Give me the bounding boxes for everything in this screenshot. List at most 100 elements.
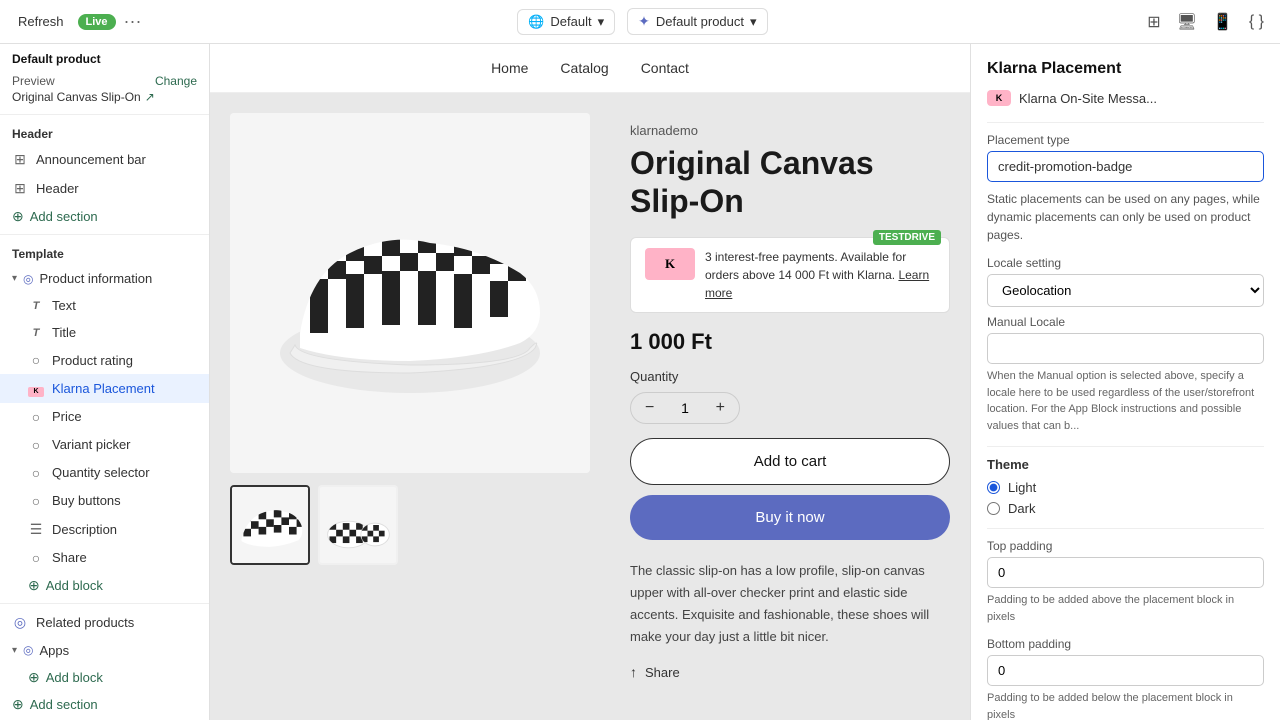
circle-icon-related: ◎ bbox=[12, 614, 28, 631]
change-preview-button[interactable]: Change bbox=[155, 74, 197, 88]
text-icon: T bbox=[28, 300, 44, 312]
top-padding-input[interactable] bbox=[987, 557, 1264, 588]
sidebar-item-variant-picker[interactable]: ○ Variant picker bbox=[0, 431, 209, 459]
product-info-group: ▾ ◎ Product information T Text T Title ○… bbox=[0, 265, 209, 599]
sidebar-item-description[interactable]: ☰ Description bbox=[0, 515, 209, 544]
refresh-button[interactable]: Refresh bbox=[12, 10, 70, 33]
mobile-icon[interactable]: 📱 bbox=[1209, 8, 1237, 36]
sidebar-item-buy-buttons[interactable]: ○ Buy buttons bbox=[0, 487, 209, 515]
apps-toggle-icon: ▾ bbox=[12, 645, 17, 656]
theme-light-radio[interactable] bbox=[987, 481, 1000, 494]
circle-icon-price: ○ bbox=[28, 409, 44, 425]
thumb-2[interactable] bbox=[318, 485, 398, 565]
store-selector[interactable]: 🌐 Default ▾ bbox=[517, 9, 615, 35]
add-section-button-top[interactable]: ⊕ Add section bbox=[0, 203, 209, 230]
top-padding-label: Top padding bbox=[987, 539, 1264, 553]
manual-locale-input[interactable] bbox=[987, 333, 1264, 364]
bottom-padding-input[interactable] bbox=[987, 655, 1264, 686]
sidebar-item-price[interactable]: ○ Price bbox=[0, 403, 209, 431]
product-description: The classic slip-on has a low profile, s… bbox=[630, 560, 950, 648]
add-block-button[interactable]: ⊕ Add block bbox=[0, 572, 209, 599]
add-block-apps-button[interactable]: ⊕ Add block bbox=[0, 664, 209, 691]
sidebar-item-klarna-placement[interactable]: K Klarna Placement bbox=[0, 374, 209, 403]
placement-type-hint: Static placements can be used on any pag… bbox=[987, 190, 1264, 244]
sidebar-item-title[interactable]: T Title bbox=[0, 319, 209, 346]
product-selector[interactable]: ✦ Default product ▾ bbox=[627, 8, 767, 35]
sidebar-item-share[interactable]: ○ Share bbox=[0, 544, 209, 572]
product-info-children: T Text T Title ○ Product rating K Klarna… bbox=[0, 292, 209, 572]
store-chevron-icon: ▾ bbox=[598, 14, 605, 30]
grid-icon-2: ⊞ bbox=[12, 180, 28, 197]
product-images bbox=[230, 113, 590, 700]
quantity-selector-label: Quantity selector bbox=[52, 465, 197, 480]
grid-small-icon[interactable]: ⊞ bbox=[1143, 8, 1164, 36]
nav-contact-link[interactable]: Contact bbox=[641, 60, 689, 76]
klarna-placement-label: Klarna Placement bbox=[52, 381, 197, 396]
preview-product-name: Original Canvas Slip-On bbox=[12, 90, 141, 104]
right-panel: Klarna Placement K Klarna On-Site Messa.… bbox=[970, 44, 1280, 720]
toggle-icon: ▾ bbox=[12, 273, 17, 284]
panel-divider-3 bbox=[987, 528, 1264, 529]
desktop-icon[interactable]: 🖥 bbox=[1173, 8, 1201, 36]
product-info-header[interactable]: ▾ ◎ Product information bbox=[0, 265, 209, 292]
apps-group: ▾ ◎ Apps ⊕ Add block bbox=[0, 637, 209, 691]
panel-divider-1 bbox=[987, 122, 1264, 123]
klarna-banner-text: 3 interest-free payments. Available for … bbox=[705, 248, 935, 302]
live-badge: Live bbox=[78, 14, 116, 30]
locale-setting-label: Locale setting bbox=[987, 256, 1264, 270]
default-product-label: Default product bbox=[0, 44, 209, 68]
sidebar-item-announcement-bar[interactable]: ⊞ Announcement bar bbox=[0, 145, 209, 174]
list-icon-desc: ☰ bbox=[28, 521, 44, 538]
announcement-bar-label: Announcement bar bbox=[36, 152, 197, 167]
theme-label: Theme bbox=[987, 457, 1264, 472]
apps-circle-icon: ◎ bbox=[23, 643, 33, 657]
more-options-button[interactable]: ··· bbox=[124, 11, 142, 32]
add-section-mid-label: Add section bbox=[30, 697, 98, 712]
brand-name: Klarna On-Site Messa... bbox=[1019, 91, 1157, 106]
nav-catalog-link[interactable]: Catalog bbox=[560, 60, 608, 76]
sidebar-item-header[interactable]: ⊞ Header bbox=[0, 174, 209, 203]
product-rating-label: Product rating bbox=[52, 353, 197, 368]
header-section-label: Header bbox=[0, 119, 209, 145]
add-to-cart-button[interactable]: Add to cart bbox=[630, 438, 950, 485]
price-label: Price bbox=[52, 409, 197, 424]
buy-now-button[interactable]: Buy it now bbox=[630, 495, 950, 540]
text-label: Text bbox=[52, 298, 197, 313]
panel-brand-row: K Klarna On-Site Messa... bbox=[987, 90, 1264, 106]
store-label: Default bbox=[550, 14, 591, 29]
share-row[interactable]: ↑ Share bbox=[630, 664, 950, 680]
placement-type-label: Placement type bbox=[987, 133, 1264, 147]
sidebar-item-product-rating[interactable]: ○ Product rating bbox=[0, 346, 209, 374]
theme-dark-label: Dark bbox=[1008, 501, 1035, 516]
quantity-control: − 1 + bbox=[630, 392, 740, 424]
preview-header-row: Preview Change bbox=[0, 68, 209, 90]
quantity-decrease-button[interactable]: − bbox=[645, 399, 654, 417]
template-label: Template bbox=[0, 239, 209, 265]
sidebar-item-text[interactable]: T Text bbox=[0, 292, 209, 319]
theme-light-label: Light bbox=[1008, 480, 1036, 495]
apps-label: Apps bbox=[40, 643, 70, 658]
topbar-center: 🌐 Default ▾ ✦ Default product ▾ bbox=[517, 8, 767, 35]
klarna-logo: K bbox=[645, 248, 695, 280]
globe-icon: 🌐 bbox=[528, 14, 544, 30]
sidebar-item-quantity-selector[interactable]: ○ Quantity selector bbox=[0, 459, 209, 487]
add-section-button-mid[interactable]: ⊕ Add section bbox=[0, 691, 209, 718]
top-padding-hint: Padding to be added above the placement … bbox=[987, 592, 1264, 625]
external-link-icon: ↗ bbox=[145, 90, 155, 104]
quantity-value: 1 bbox=[681, 400, 689, 416]
thumb-1[interactable] bbox=[230, 485, 310, 565]
header-label: Header bbox=[36, 181, 197, 196]
sidebar-item-related-products[interactable]: ◎ Related products bbox=[0, 608, 209, 637]
apps-header[interactable]: ▾ ◎ Apps bbox=[0, 637, 209, 664]
testdrive-badge: TESTDRIVE bbox=[873, 230, 941, 245]
topbar: Refresh Live ··· 🌐 Default ▾ ✦ Default p… bbox=[0, 0, 1280, 44]
nav-home-link[interactable]: Home bbox=[491, 60, 528, 76]
code-icon[interactable]: { } bbox=[1245, 9, 1268, 35]
quantity-increase-button[interactable]: + bbox=[716, 399, 725, 417]
theme-dark-radio[interactable] bbox=[987, 502, 1000, 515]
share-sidebar-label: Share bbox=[52, 550, 197, 565]
placement-type-input[interactable] bbox=[987, 151, 1264, 182]
klarna-banner: K 3 interest-free payments. Available fo… bbox=[630, 237, 950, 313]
locale-setting-select[interactable]: Geolocation Manual bbox=[987, 274, 1264, 307]
circle-icon-share: ○ bbox=[28, 550, 44, 566]
